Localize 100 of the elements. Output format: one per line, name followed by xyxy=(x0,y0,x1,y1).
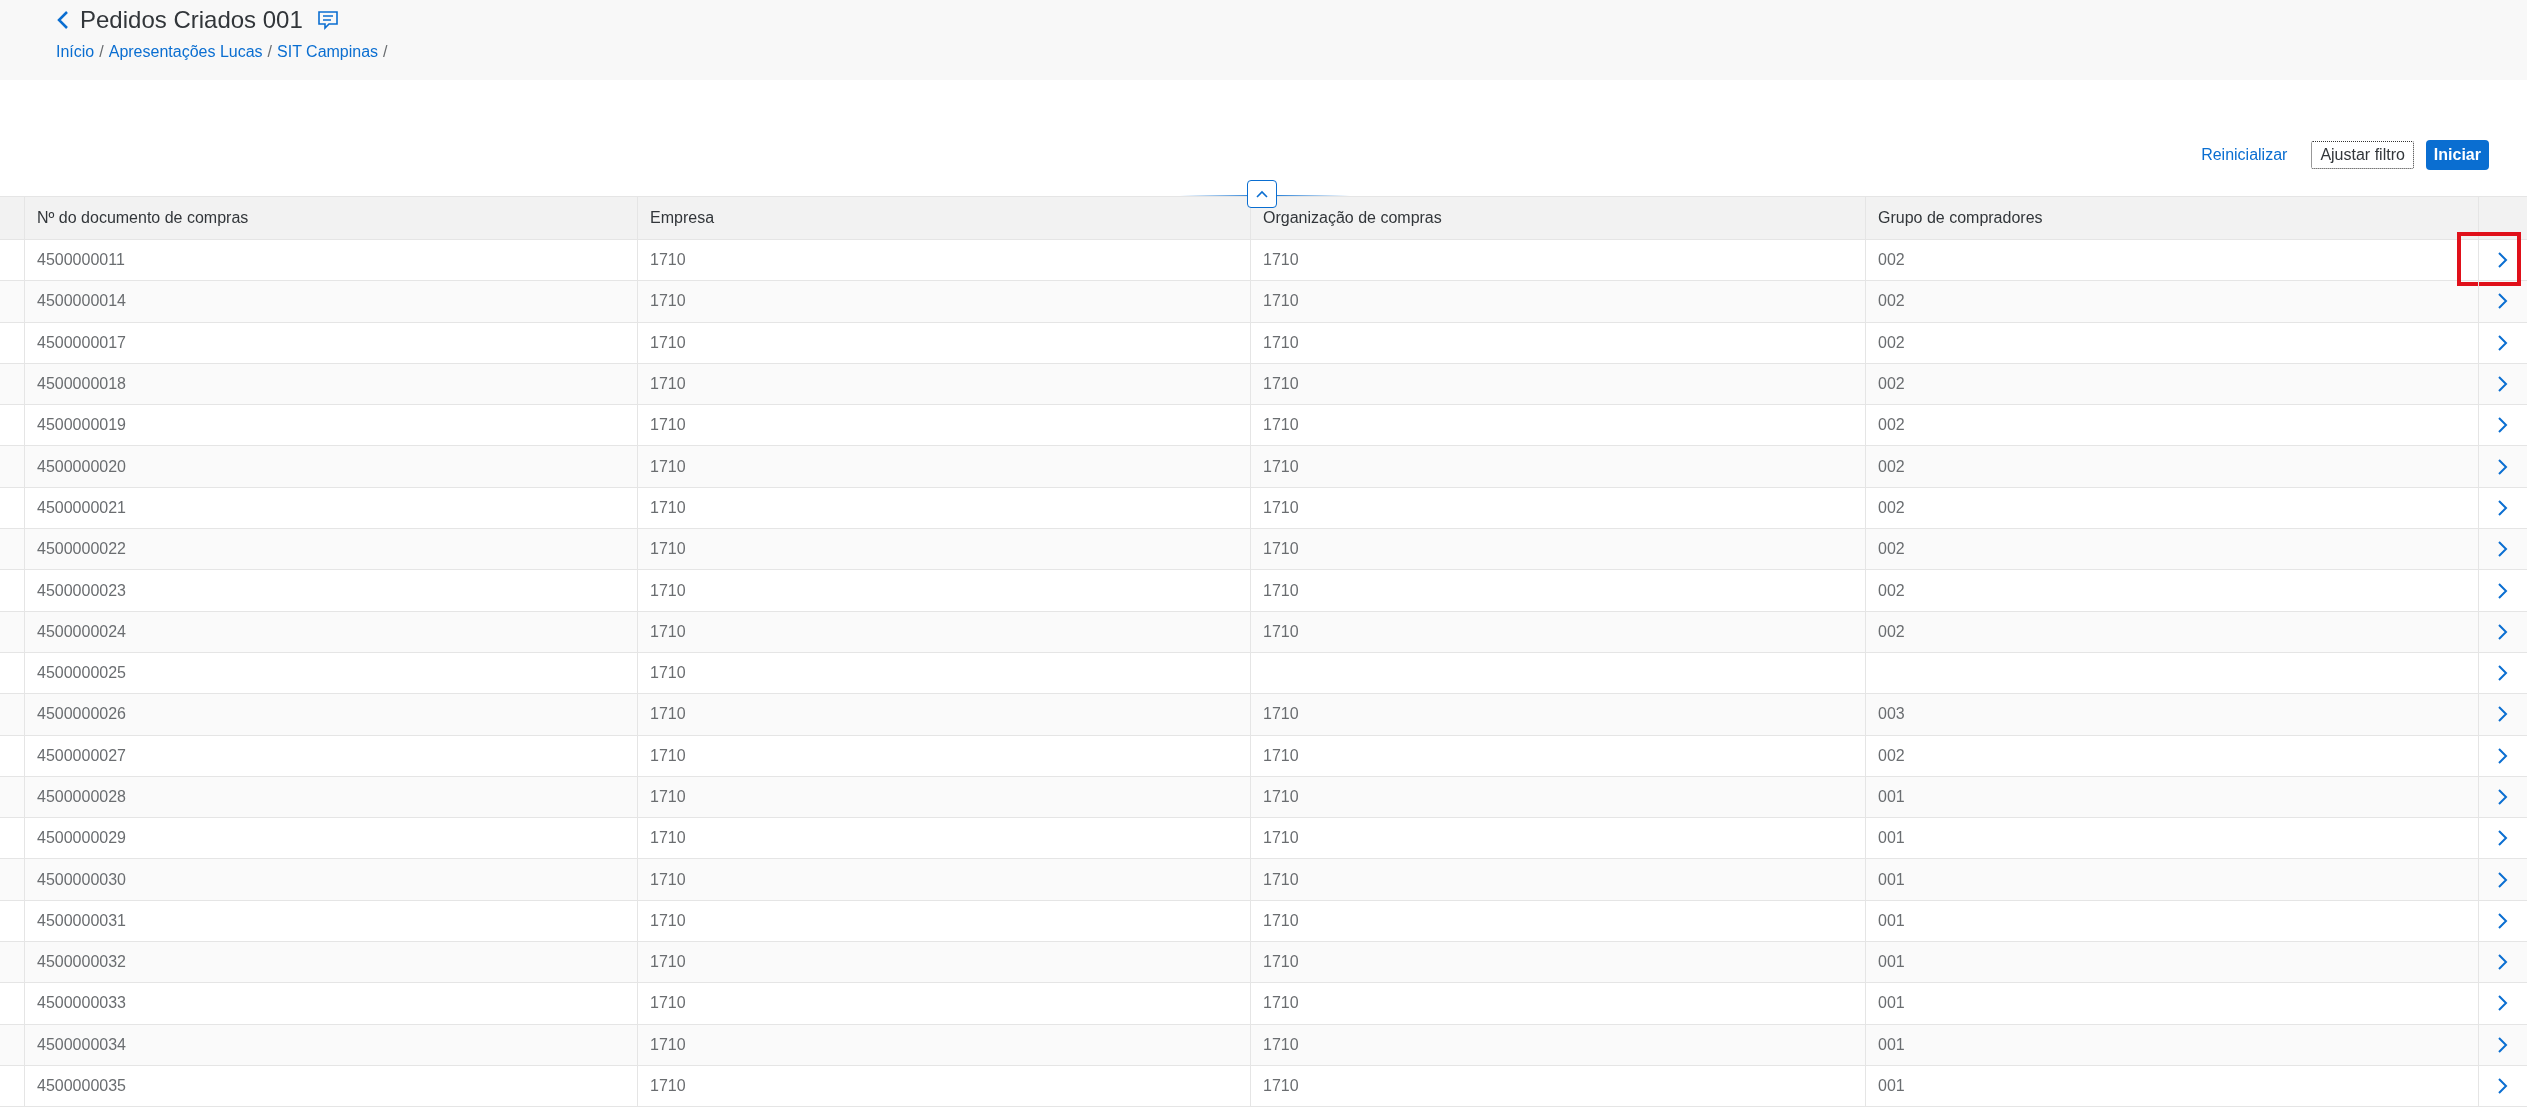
table-cell: 1710 xyxy=(650,911,686,930)
chevron-right-icon[interactable] xyxy=(2497,829,2509,848)
table-cell: 001 xyxy=(1878,953,1905,972)
table-cell: 1710 xyxy=(650,251,686,270)
chevron-right-icon[interactable] xyxy=(2497,705,2509,724)
chevron-right-icon[interactable] xyxy=(2497,746,2509,765)
table-cell: 1710 xyxy=(650,581,686,600)
table-cell: 4500000032 xyxy=(37,953,126,972)
table-cell: 4500000024 xyxy=(37,622,126,641)
table-cell: 1710 xyxy=(1263,705,1299,724)
table-cell: 4500000020 xyxy=(37,457,126,476)
chevron-right-icon[interactable] xyxy=(2497,788,2509,806)
table-cell: 1710 xyxy=(1263,457,1299,476)
back-icon[interactable] xyxy=(56,10,70,30)
table-cell: 002 xyxy=(1878,581,1905,600)
column-header: Nº do documento de compras xyxy=(24,197,637,239)
table-cell: 1710 xyxy=(650,498,686,517)
table-cell: 4500000026 xyxy=(37,705,126,724)
table-cell: 1710 xyxy=(650,375,686,394)
chevron-right-icon[interactable] xyxy=(2497,416,2509,435)
filter-button[interactable]: Iniciar xyxy=(2425,140,2489,170)
chevron-right-icon[interactable] xyxy=(2497,953,2509,972)
table-cell: 001 xyxy=(1878,911,1905,930)
chevron-right-icon[interactable] xyxy=(2497,870,2509,889)
table-cell: 4500000022 xyxy=(37,540,126,559)
breadcrumb-separator: / xyxy=(267,43,273,61)
table-cell: 1710 xyxy=(1263,581,1299,600)
table-cell: 1710 xyxy=(1263,498,1299,517)
breadcrumb-separator: / xyxy=(383,43,388,61)
table-cell: 1710 xyxy=(1263,870,1299,889)
chevron-right-icon[interactable] xyxy=(2497,911,2509,930)
table-cell: 1710 xyxy=(650,870,686,889)
table-cell: 1710 xyxy=(650,333,686,352)
table-cell: 1710 xyxy=(1263,540,1299,559)
table-cell: 1710 xyxy=(650,416,686,435)
chevron-right-icon[interactable] xyxy=(2497,251,2509,270)
chevron-right-icon[interactable] xyxy=(2497,1035,2509,1054)
table-cell: 1710 xyxy=(1263,1077,1299,1096)
table-cell: 4500000028 xyxy=(37,788,126,806)
comment-icon[interactable] xyxy=(316,10,339,30)
table-cell: 4500000019 xyxy=(37,416,126,435)
breadcrumb-separator: / xyxy=(99,43,104,61)
table-cell: 1710 xyxy=(650,622,686,641)
table-cell: 002 xyxy=(1878,457,1905,476)
table-cell: 002 xyxy=(1878,292,1905,311)
table-cell: 002 xyxy=(1878,746,1905,765)
table-cell: 002 xyxy=(1878,416,1905,435)
table-cell: 1710 xyxy=(1263,788,1299,806)
column-header: Organização de compras xyxy=(1250,197,1865,239)
filter-button[interactable]: Reinicializar xyxy=(2193,140,2296,170)
breadcrumb-link[interactable]: SIT Campinas xyxy=(277,43,379,61)
chevron-right-icon[interactable] xyxy=(2497,457,2509,476)
table-cell: 1710 xyxy=(650,457,686,476)
breadcrumb-link[interactable]: Apresentações Lucas xyxy=(108,43,263,61)
table-cell: 002 xyxy=(1878,498,1905,517)
table-cell: 4500000023 xyxy=(37,581,126,600)
table-cell: 001 xyxy=(1878,870,1905,889)
table-cell: 1710 xyxy=(1263,622,1299,641)
table-cell: 4500000034 xyxy=(37,1035,126,1054)
table-cell: 1710 xyxy=(1263,1035,1299,1054)
table-cell: 1710 xyxy=(650,829,686,848)
chevron-right-icon[interactable] xyxy=(2497,581,2509,600)
table-cell: 001 xyxy=(1878,1035,1905,1054)
table-cell: 002 xyxy=(1878,622,1905,641)
breadcrumb-link[interactable]: Início xyxy=(56,43,95,61)
column-header: Empresa xyxy=(637,197,1250,239)
table-cell: 1710 xyxy=(1263,911,1299,930)
table-cell: 001 xyxy=(1878,1077,1905,1096)
table-cell: 4500000017 xyxy=(37,333,126,352)
chevron-right-icon[interactable] xyxy=(2497,994,2509,1013)
chevron-right-icon[interactable] xyxy=(2497,540,2509,559)
table-cell: 1710 xyxy=(1263,333,1299,352)
chevron-right-icon[interactable] xyxy=(2497,498,2509,517)
table-cell: 1710 xyxy=(650,746,686,765)
table-cell: 001 xyxy=(1878,994,1905,1013)
table-cell: 002 xyxy=(1878,540,1905,559)
chevron-right-icon[interactable] xyxy=(2497,333,2509,352)
table-cell: 1710 xyxy=(650,788,686,806)
chevron-right-icon[interactable] xyxy=(2497,622,2509,641)
table-cell: 1710 xyxy=(650,953,686,972)
table-cell: 4500000029 xyxy=(37,829,126,848)
chevron-up-icon xyxy=(1255,189,1269,199)
table-cell: 1710 xyxy=(1263,375,1299,394)
chevron-right-icon[interactable] xyxy=(2497,1077,2509,1096)
table-cell: 001 xyxy=(1878,829,1905,848)
table-cell: 4500000011 xyxy=(37,251,125,270)
collapse-button[interactable] xyxy=(1247,180,1277,208)
table-cell: 1710 xyxy=(650,705,686,724)
table-cell: 4500000031 xyxy=(37,911,126,930)
chevron-right-icon[interactable] xyxy=(2497,664,2509,683)
table-cell: 002 xyxy=(1878,251,1905,270)
table-cell: 1710 xyxy=(1263,829,1299,848)
filter-button[interactable]: Ajustar filtro xyxy=(2311,141,2414,169)
page-title: Pedidos Criados 001 xyxy=(80,6,303,34)
chevron-right-icon[interactable] xyxy=(2497,292,2509,311)
table-cell: 1710 xyxy=(650,1077,686,1096)
column-header: Grupo de compradores xyxy=(1865,197,2478,239)
table-cell: 1710 xyxy=(1263,416,1299,435)
chevron-right-icon[interactable] xyxy=(2497,375,2509,394)
table-cell: 1710 xyxy=(1263,746,1299,765)
